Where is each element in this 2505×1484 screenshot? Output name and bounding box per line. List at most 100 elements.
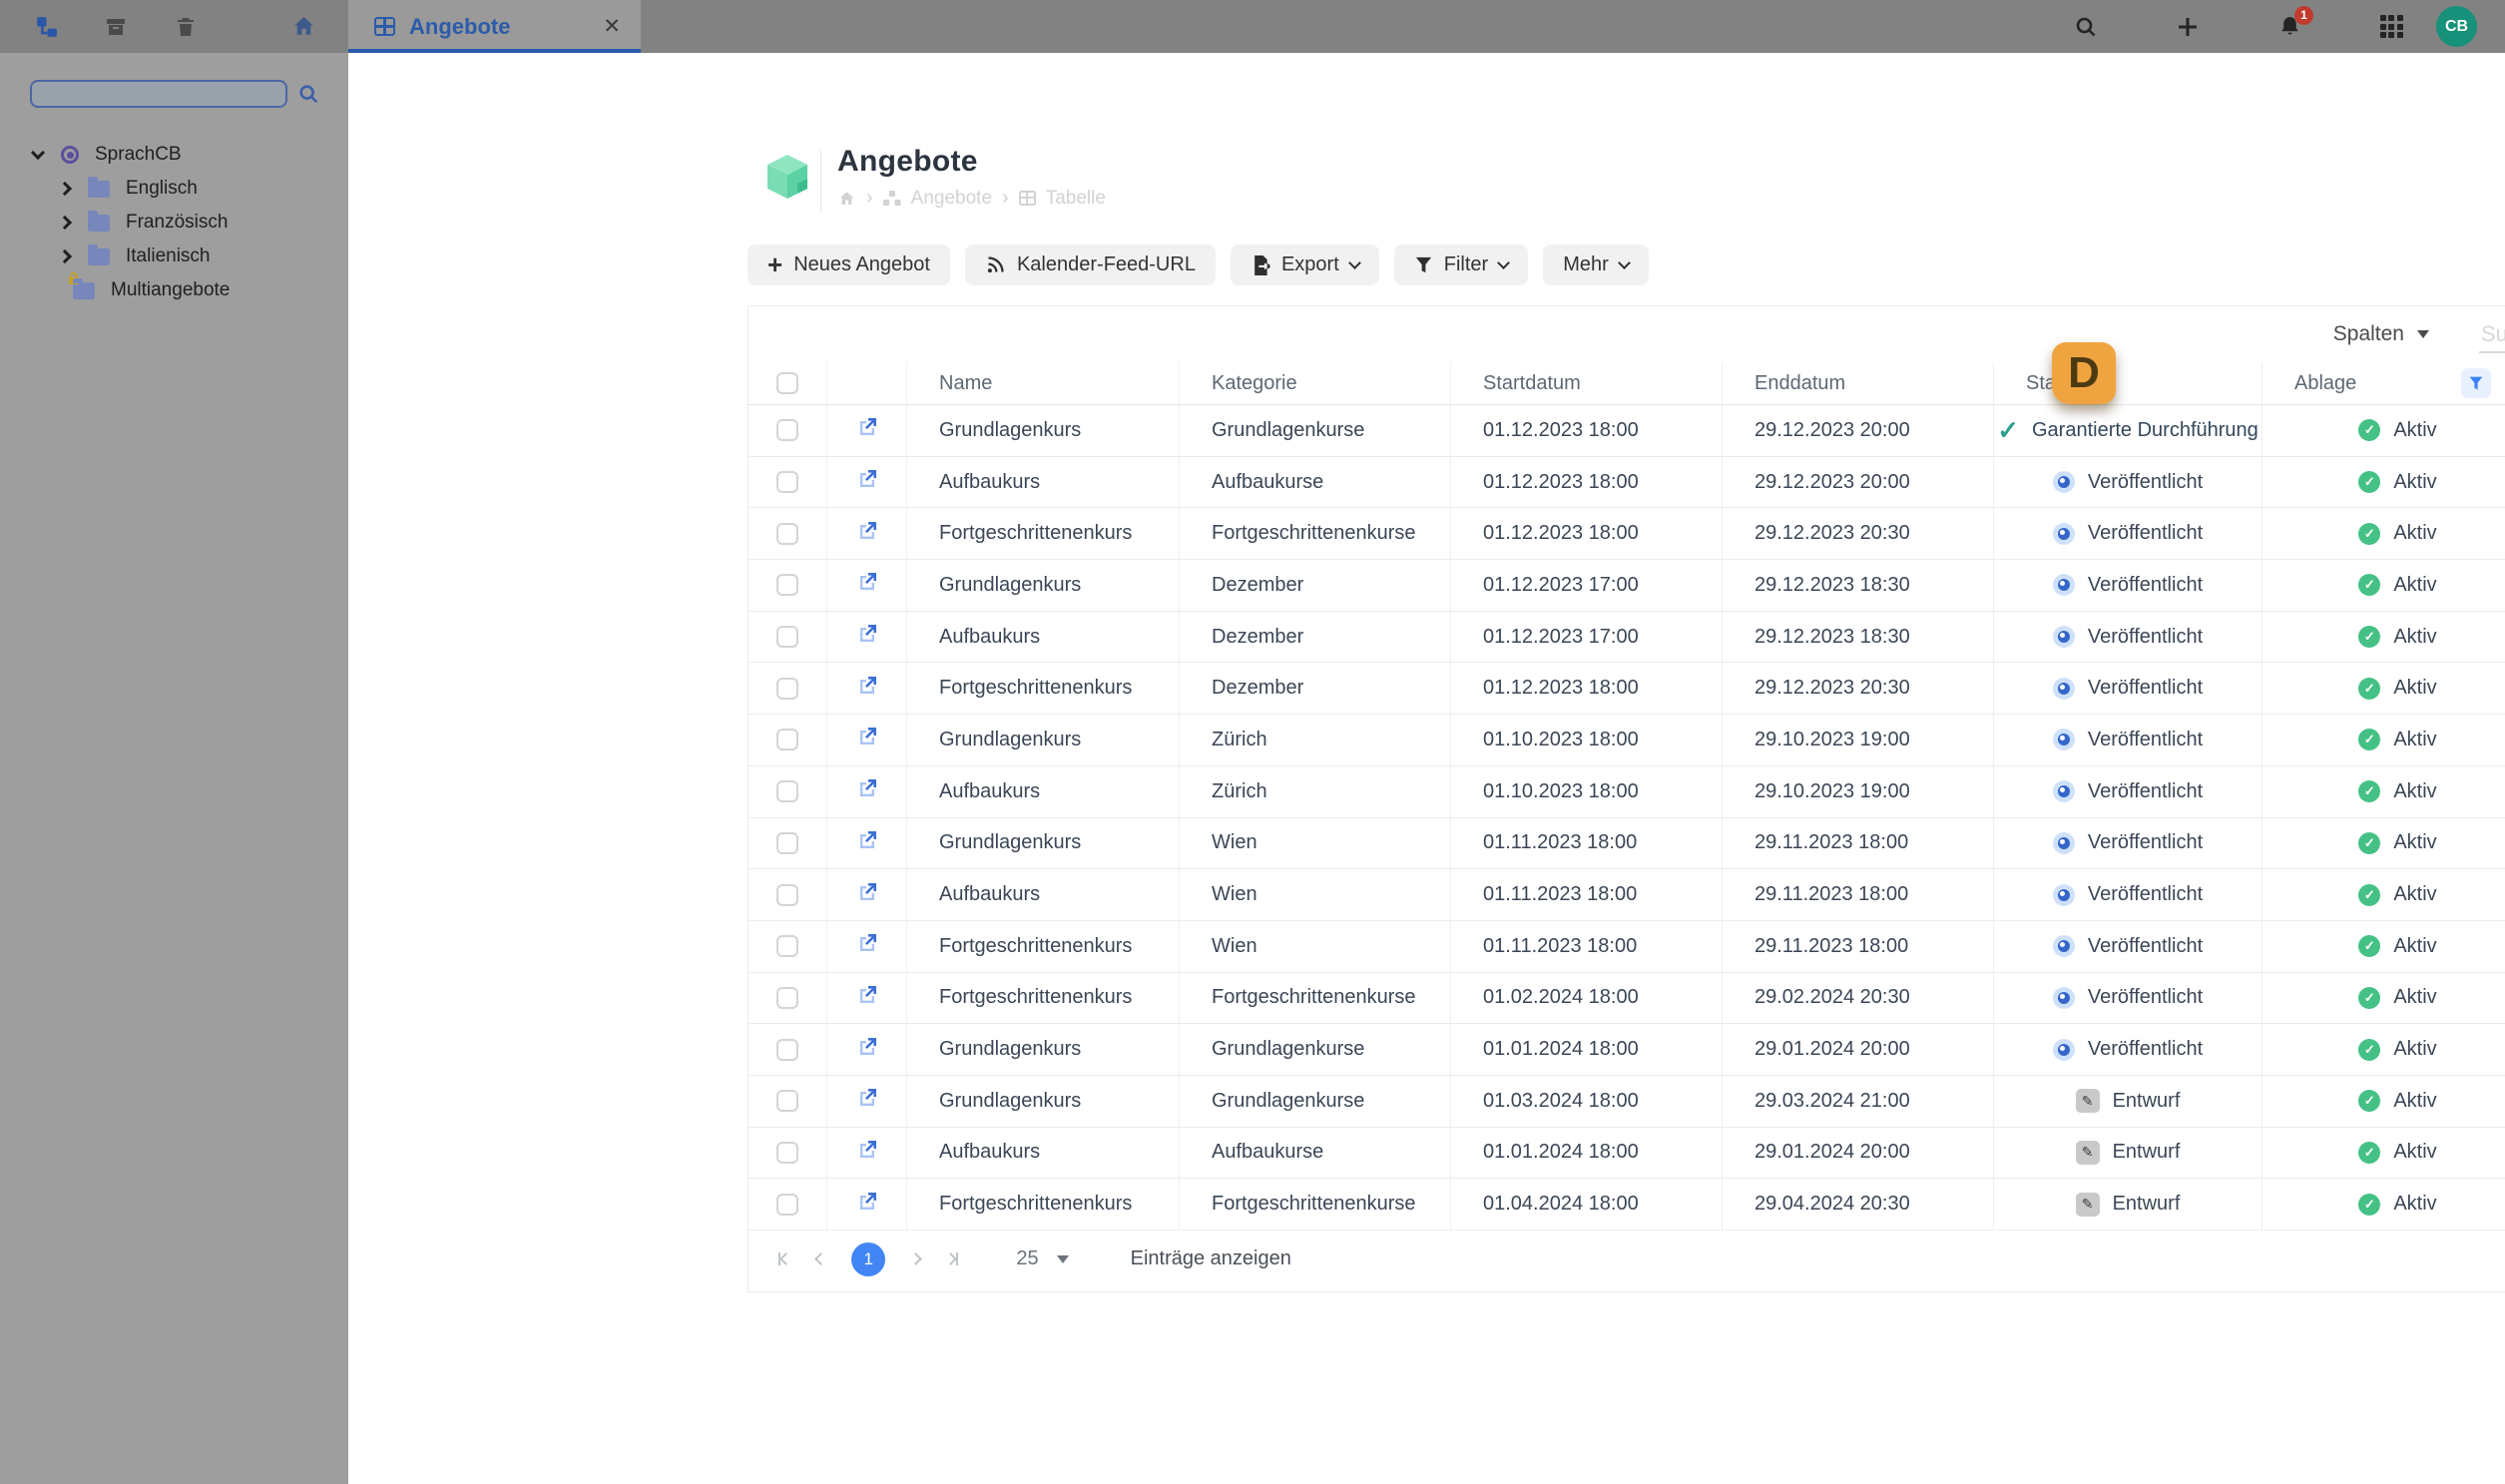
open-record-icon[interactable] — [855, 415, 879, 445]
row-checkbox[interactable] — [776, 574, 798, 597]
open-record-icon[interactable] — [855, 1035, 879, 1065]
avatar[interactable]: CB — [2436, 6, 2477, 47]
open-record-icon[interactable] — [855, 776, 879, 806]
breadcrumb-home-icon[interactable] — [837, 190, 856, 208]
row-checkbox[interactable] — [776, 522, 798, 545]
cell-ablage: ✓ Aktiv — [2262, 508, 2505, 559]
open-record-icon[interactable] — [855, 828, 879, 858]
open-record-icon[interactable] — [855, 931, 879, 961]
cell-name: Grundlagenkurs — [907, 715, 1180, 765]
cell-ablage: ✓ Aktiv — [2262, 766, 2505, 817]
last-page-button[interactable] — [944, 1252, 959, 1265]
row-checkbox[interactable] — [776, 1090, 798, 1113]
tree-item-englisch[interactable]: Englisch — [0, 172, 348, 206]
current-page-button[interactable]: 1 — [851, 1241, 886, 1276]
status-label: Entwurf — [2112, 1089, 2181, 1112]
home-icon[interactable] — [290, 14, 316, 40]
ablage-aktiv: ✓ Aktiv — [2358, 419, 2437, 442]
cell-status: Veröffentlicht — [1994, 1024, 2262, 1075]
column-header-enddatum: Enddatum — [1723, 362, 1994, 404]
cell-status: Veröffentlicht — [1994, 817, 2262, 869]
tree-view-icon[interactable] — [33, 14, 59, 40]
first-page-button[interactable] — [778, 1252, 793, 1265]
calendar-feed-url-button[interactable]: Kalender-Feed-URL — [964, 245, 1216, 285]
row-open-cell — [827, 765, 907, 817]
trash-icon[interactable] — [173, 14, 199, 40]
tree-item-französisch[interactable]: Französisch — [0, 206, 348, 240]
ablage-filter-icon[interactable] — [2461, 368, 2491, 398]
tree-item-label: Englisch — [126, 178, 198, 199]
chevron-right-icon[interactable] — [57, 181, 73, 197]
next-page-button[interactable] — [909, 1252, 923, 1265]
open-record-icon[interactable] — [855, 570, 879, 600]
row-checkbox[interactable] — [776, 729, 798, 751]
open-record-icon[interactable] — [855, 1086, 879, 1116]
ablage-aktiv: ✓ Aktiv — [2358, 471, 2437, 494]
new-offer-button[interactable]: + Neues Angebot — [748, 245, 950, 285]
open-record-icon[interactable] — [855, 983, 879, 1013]
select-all-checkbox[interactable] — [776, 372, 798, 394]
row-checkbox[interactable] — [776, 883, 798, 906]
tree-item-sprachcb[interactable]: SprachCB — [0, 138, 348, 172]
close-tab-icon[interactable]: ✕ — [603, 16, 621, 37]
chevron-right-icon[interactable] — [57, 248, 73, 264]
filter-button[interactable]: Filter — [1393, 245, 1529, 285]
page-size-select[interactable]: 25 — [1016, 1247, 1069, 1270]
table-search-input[interactable] — [2479, 317, 2505, 351]
row-checkbox[interactable] — [776, 419, 798, 442]
row-checkbox[interactable] — [776, 935, 798, 958]
open-record-icon[interactable] — [855, 880, 879, 910]
open-record-icon[interactable] — [855, 519, 879, 549]
ablage-aktiv: ✓ Aktiv — [2358, 1141, 2437, 1164]
open-record-icon[interactable] — [855, 467, 879, 497]
notifications-bell-icon[interactable]: 1 — [2276, 5, 2313, 40]
breadcrumb-module[interactable]: Angebote — [911, 188, 992, 210]
filter-funnel-icon — [1415, 256, 1431, 273]
sidebar-search-icon[interactable] — [297, 83, 319, 105]
row-checkbox[interactable] — [776, 1038, 798, 1061]
cell-enddatum: 29.11.2023 18:00 — [1723, 920, 1994, 972]
ablage-aktiv: ✓ Aktiv — [2358, 780, 2437, 803]
tree-item-multiangebote[interactable]: Multiangebote — [0, 271, 348, 307]
export-button[interactable]: Export — [1230, 245, 1379, 285]
row-checkbox[interactable] — [776, 780, 798, 803]
open-record-icon[interactable] — [855, 725, 879, 754]
row-checkbox[interactable] — [776, 471, 798, 494]
row-checkbox[interactable] — [776, 986, 798, 1009]
columns-button[interactable]: Spalten — [2333, 322, 2429, 346]
apps-grid-icon[interactable] — [2378, 14, 2404, 40]
row-open-cell — [827, 560, 907, 611]
page-title: Angebote — [837, 145, 978, 178]
row-checkbox[interactable] — [776, 1141, 798, 1164]
open-record-icon[interactable] — [855, 1138, 879, 1168]
open-record-icon[interactable] — [855, 674, 879, 704]
ablage-label: Aktiv — [2393, 883, 2437, 906]
row-checkbox[interactable] — [776, 677, 798, 700]
archive-icon[interactable] — [103, 14, 129, 40]
search-icon[interactable] — [2073, 14, 2099, 40]
open-record-icon[interactable] — [855, 622, 879, 652]
previous-page-button[interactable] — [814, 1252, 828, 1265]
add-icon[interactable] — [2175, 14, 2201, 40]
check-circle-icon: ✓ — [2358, 522, 2381, 545]
status-label: Veröffentlicht — [2087, 883, 2204, 906]
chevron-down-icon[interactable] — [30, 145, 46, 161]
cell-name: Grundlagenkurs — [907, 817, 1180, 869]
tab-angebote[interactable]: Angebote ✕ — [348, 0, 641, 53]
row-checkbox[interactable] — [776, 831, 798, 854]
more-button[interactable]: Mehr — [1543, 245, 1649, 285]
open-record-icon[interactable] — [855, 1190, 879, 1220]
row-open-cell — [827, 715, 907, 765]
action-buttons: + Neues Angebot Kalender-Feed-URL Export… — [748, 245, 1649, 285]
chevron-right-icon[interactable] — [57, 215, 73, 231]
breadcrumb-separator: › — [866, 187, 873, 209]
row-checkbox[interactable] — [776, 626, 798, 649]
breadcrumb: › Angebote › Tabelle — [837, 187, 1106, 210]
row-checkbox[interactable] — [776, 1193, 798, 1216]
ablage-label: Aktiv — [2393, 1089, 2437, 1112]
status-label: Entwurf — [2112, 1193, 2181, 1216]
status-label: Entwurf — [2112, 1141, 2181, 1164]
sidebar-search-input[interactable] — [32, 82, 285, 106]
tree-item-italienisch[interactable]: Italienisch — [0, 240, 348, 273]
breadcrumb-view[interactable]: Tabelle — [1046, 188, 1106, 210]
